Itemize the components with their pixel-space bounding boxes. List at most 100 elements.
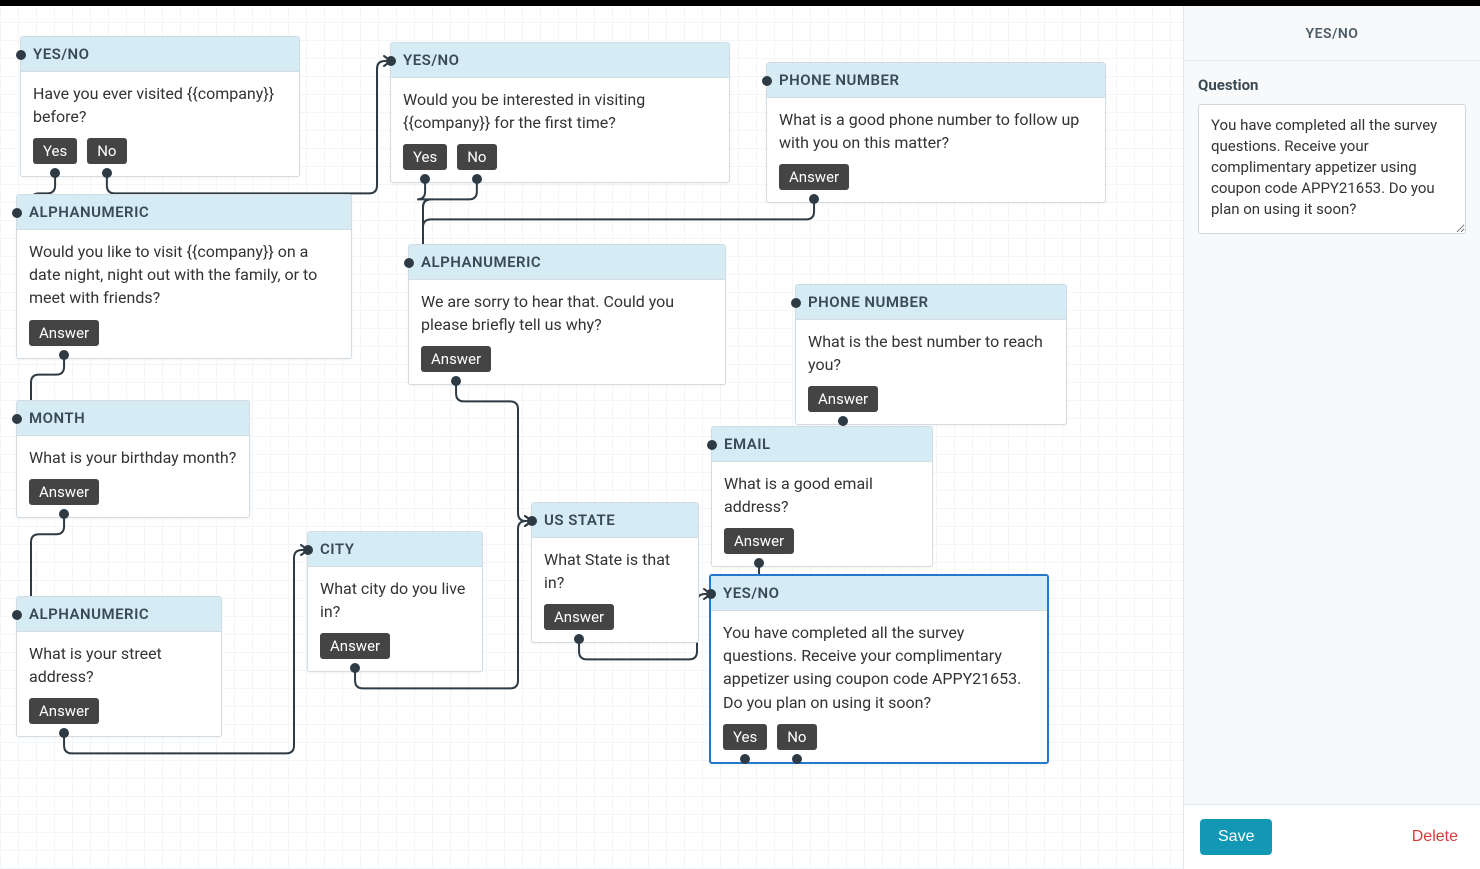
yes-button[interactable]: Yes xyxy=(33,138,77,164)
node-question: Have you ever visited {{company}} before… xyxy=(33,82,287,128)
node-header[interactable]: ALPHANUMERIC xyxy=(17,597,221,632)
connection-port[interactable] xyxy=(386,56,396,66)
connection-port[interactable] xyxy=(12,610,22,620)
node-question: What is a good phone number to follow up… xyxy=(779,108,1093,154)
answer-button[interactable]: Answer xyxy=(779,164,849,190)
node-body: Would you be interested in visiting {{co… xyxy=(391,78,729,182)
node-question: What city do you live in? xyxy=(320,577,470,623)
connection-port[interactable] xyxy=(472,174,482,184)
flow-node[interactable]: ALPHANUMERIC What is your street address?… xyxy=(16,596,222,737)
node-header[interactable]: EMAIL xyxy=(712,427,932,462)
flow-node[interactable]: US STATE What State is that in? Answer xyxy=(531,502,699,643)
node-header[interactable]: CITY xyxy=(308,532,482,567)
yes-button[interactable]: Yes xyxy=(723,724,767,750)
node-body: Have you ever visited {{company}} before… xyxy=(21,72,299,176)
answer-button[interactable]: Answer xyxy=(320,633,390,659)
connection-port[interactable] xyxy=(102,168,112,178)
node-header[interactable]: ALPHANUMERIC xyxy=(409,245,725,280)
node-question: Would you like to visit {{company}} on a… xyxy=(29,240,339,310)
no-button[interactable]: No xyxy=(777,724,816,750)
flow-node[interactable]: YES/NO Have you ever visited {{company}} … xyxy=(20,36,300,177)
node-output-row: Yes No xyxy=(403,144,717,170)
node-body: You have completed all the survey questi… xyxy=(711,611,1047,762)
answer-button[interactable]: Answer xyxy=(544,604,614,630)
no-button[interactable]: No xyxy=(457,144,496,170)
connection-port[interactable] xyxy=(12,414,22,424)
connection-port[interactable] xyxy=(12,208,22,218)
connection-port[interactable] xyxy=(420,174,430,184)
connection-port[interactable] xyxy=(792,754,802,764)
flow-node[interactable]: EMAILWhat is a good email address?Answer xyxy=(711,426,933,567)
node-body: What is your birthday month? Answer xyxy=(17,436,249,517)
connection-port[interactable] xyxy=(451,376,461,386)
node-body: What is a good phone number to follow up… xyxy=(767,98,1105,202)
connection-port[interactable] xyxy=(791,298,801,308)
connection-port[interactable] xyxy=(754,558,764,568)
node-question: We are sorry to hear that. Could you ple… xyxy=(421,290,713,336)
no-button[interactable]: No xyxy=(87,138,126,164)
connection-port[interactable] xyxy=(59,350,69,360)
connection-port[interactable] xyxy=(16,50,26,60)
connection-port[interactable] xyxy=(59,509,69,519)
flow-node[interactable]: MONTH What is your birthday month? Answer xyxy=(16,400,250,518)
save-button[interactable]: Save xyxy=(1200,819,1272,855)
node-question: Would you be interested in visiting {{co… xyxy=(403,88,717,134)
connection-port[interactable] xyxy=(707,440,717,450)
question-label: Question xyxy=(1198,76,1466,94)
node-output-row: Answer xyxy=(421,346,713,372)
answer-button[interactable]: Answer xyxy=(808,386,878,412)
node-header[interactable]: MONTH xyxy=(17,401,249,436)
flow-canvas[interactable]: YES/NO Have you ever visited {{company}} … xyxy=(0,6,1183,869)
flow-node[interactable]: PHONE NUMBER What is a good phone number … xyxy=(766,62,1106,203)
node-question: What is the best number to reach you? xyxy=(808,330,1054,376)
connection-port[interactable] xyxy=(404,258,414,268)
node-body: Would you like to visit {{company}} on a… xyxy=(17,230,351,358)
node-header[interactable]: US STATE xyxy=(532,503,698,538)
connection-port[interactable] xyxy=(838,416,848,426)
connection-port[interactable] xyxy=(350,663,360,673)
node-output-row: Answer xyxy=(29,479,237,505)
connection-port[interactable] xyxy=(809,194,819,204)
node-output-row: Yes No xyxy=(33,138,287,164)
flow-node[interactable]: CITY What city do you live in? Answer xyxy=(307,531,483,672)
yes-button[interactable]: Yes xyxy=(403,144,447,170)
node-output-row: Answer xyxy=(808,386,1054,412)
node-body: What is the best number to reach you? Ans… xyxy=(796,320,1066,424)
flow-node[interactable]: PHONE NUMBERWhat is the best number to r… xyxy=(795,284,1067,425)
inspector-footer: Save Delete xyxy=(1184,804,1480,869)
node-header[interactable]: YES/NO xyxy=(391,43,729,78)
node-body: What city do you live in? Answer xyxy=(308,567,482,671)
flow-node[interactable]: YES/NOYou have completed all the survey … xyxy=(709,574,1049,764)
inspector-title: YES/NO xyxy=(1184,6,1480,61)
answer-button[interactable]: Answer xyxy=(29,320,99,346)
inspector-panel: YES/NO Question Save Delete xyxy=(1183,6,1480,869)
question-textarea[interactable] xyxy=(1198,104,1466,234)
connection-port[interactable] xyxy=(50,168,60,178)
connection-port[interactable] xyxy=(762,76,772,86)
answer-button[interactable]: Answer xyxy=(724,528,794,554)
node-question: What is your street address? xyxy=(29,642,209,688)
node-header[interactable]: PHONE NUMBER xyxy=(767,63,1105,98)
connection-port[interactable] xyxy=(740,754,750,764)
node-header[interactable]: PHONE NUMBER xyxy=(796,285,1066,320)
node-output-row: Yes No xyxy=(723,724,1035,750)
node-header[interactable]: YES/NO xyxy=(711,576,1047,611)
answer-button[interactable]: Answer xyxy=(29,479,99,505)
delete-button[interactable]: Delete xyxy=(1406,827,1464,847)
node-header[interactable]: YES/NO xyxy=(21,37,299,72)
connection-port[interactable] xyxy=(706,589,716,599)
node-question: What State is that in? xyxy=(544,548,686,594)
node-output-row: Answer xyxy=(29,320,339,346)
flow-node[interactable]: ALPHANUMERIC We are sorry to hear that. C… xyxy=(408,244,726,385)
connection-port[interactable] xyxy=(574,634,584,644)
connection-port[interactable] xyxy=(303,545,313,555)
connection-port[interactable] xyxy=(527,516,537,526)
node-question: What is your birthday month? xyxy=(29,446,237,469)
node-output-row: Answer xyxy=(779,164,1093,190)
connection-port[interactable] xyxy=(59,728,69,738)
answer-button[interactable]: Answer xyxy=(421,346,491,372)
flow-node[interactable]: ALPHANUMERIC Would you like to visit {{co… xyxy=(16,194,352,359)
node-header[interactable]: ALPHANUMERIC xyxy=(17,195,351,230)
flow-node[interactable]: YES/NO Would you be interested in visitin… xyxy=(390,42,730,183)
answer-button[interactable]: Answer xyxy=(29,698,99,724)
